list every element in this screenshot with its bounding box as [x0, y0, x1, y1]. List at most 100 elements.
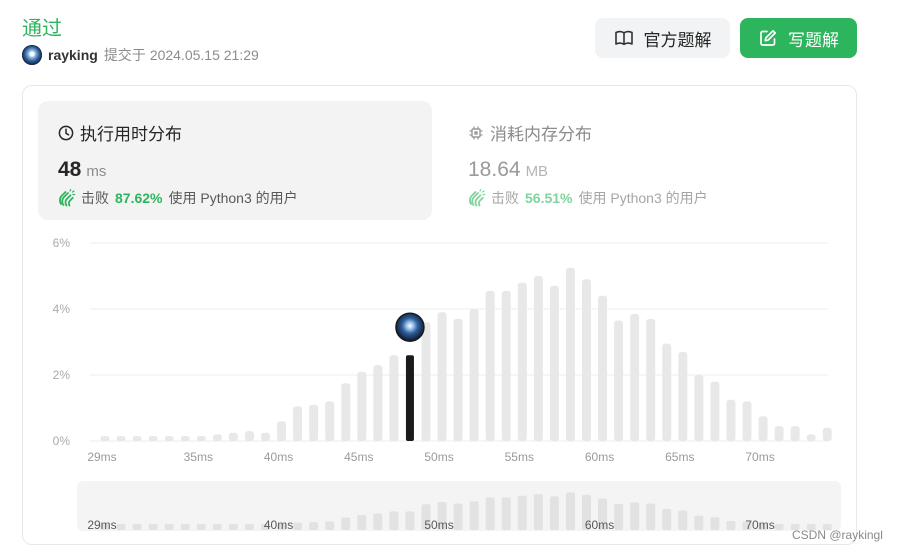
- distribution-bar[interactable]: [533, 276, 543, 441]
- range-mini-bar: [630, 502, 640, 530]
- distribution-bar[interactable]: [501, 290, 511, 441]
- x-tick-label: 45ms: [344, 450, 373, 464]
- x-tick-label: 70ms: [745, 450, 774, 464]
- distribution-bar[interactable]: [614, 320, 624, 441]
- range-mini-bar: [148, 524, 158, 530]
- range-mini-bar: [228, 524, 238, 530]
- y-tick-label: 0%: [53, 434, 71, 448]
- range-mini-bar: [501, 497, 511, 530]
- distribution-bar[interactable]: [293, 406, 303, 441]
- distribution-bar[interactable]: [710, 381, 720, 441]
- distribution-bar[interactable]: [244, 431, 254, 441]
- distribution-bar[interactable]: [277, 421, 287, 441]
- x-tick-label: 55ms: [505, 450, 534, 464]
- current-user-avatar-marker[interactable]: [395, 312, 425, 342]
- range-mini-bar: [549, 496, 559, 530]
- distribution-bar[interactable]: [646, 318, 656, 441]
- distribution-bar[interactable]: [758, 416, 768, 441]
- x-tick-label: 29ms: [87, 450, 116, 464]
- x-tick-label: 50ms: [424, 450, 453, 464]
- distribution-bar[interactable]: [453, 318, 463, 441]
- distribution-bar[interactable]: [116, 436, 126, 441]
- range-mini-bar: [694, 515, 704, 530]
- range-tick-label: 50ms: [424, 518, 453, 532]
- distribution-bar[interactable]: [598, 295, 608, 441]
- distribution-bar[interactable]: [790, 426, 800, 441]
- distribution-bar[interactable]: [100, 436, 110, 441]
- distribution-bar[interactable]: [325, 401, 335, 441]
- range-mini-bar: [325, 521, 335, 530]
- x-tick-label: 40ms: [264, 450, 293, 464]
- range-tick-label: 70ms: [745, 518, 774, 532]
- range-mini-bar: [132, 524, 142, 530]
- distribution-bar[interactable]: [261, 432, 270, 441]
- range-mini-bar: [405, 511, 415, 530]
- distribution-bar[interactable]: [421, 322, 431, 441]
- range-mini-bar: [244, 524, 254, 530]
- distribution-bar[interactable]: [549, 285, 559, 441]
- distribution-bar[interactable]: [389, 355, 399, 441]
- distribution-bar[interactable]: [180, 436, 190, 441]
- distribution-bar[interactable]: [164, 436, 174, 441]
- range-mini-bar: [710, 517, 720, 530]
- distribution-bar[interactable]: [212, 434, 222, 441]
- distribution-bar[interactable]: [196, 436, 206, 441]
- distribution-bar[interactable]: [357, 371, 367, 441]
- runtime-distribution-chart[interactable]: 6% 4% 2% 0% 29ms 35ms 40ms 45ms 50ms 55ms 60ms 65ms…: [0, 0, 904, 552]
- range-mini-bar: [517, 495, 527, 530]
- range-mini-bar: [180, 524, 190, 530]
- range-mini-bar: [678, 510, 688, 530]
- distribution-bar[interactable]: [806, 434, 816, 441]
- range-mini-bar: [196, 524, 206, 530]
- range-mini-bar: [389, 511, 399, 530]
- distribution-bar[interactable]: [437, 312, 447, 441]
- distribution-bar[interactable]: [822, 427, 832, 441]
- x-tick-label: 65ms: [665, 450, 694, 464]
- distribution-bar[interactable]: [565, 267, 575, 441]
- range-mini-bar: [212, 524, 222, 530]
- range-mini-bar: [116, 524, 126, 530]
- range-mini-bar: [309, 522, 319, 530]
- range-mini-bar: [533, 494, 543, 530]
- range-tick-label: 40ms: [264, 518, 293, 532]
- x-tick-label: 60ms: [585, 450, 614, 464]
- distribution-bar[interactable]: [485, 290, 495, 441]
- distribution-bar[interactable]: [742, 401, 752, 441]
- distribution-bar[interactable]: [341, 383, 351, 441]
- range-tick-label: 60ms: [585, 518, 614, 532]
- distribution-bar[interactable]: [228, 432, 238, 441]
- distribution-bar[interactable]: [469, 309, 479, 441]
- range-mini-bar: [614, 503, 624, 530]
- distribution-bar[interactable]: [132, 436, 142, 441]
- distribution-bar[interactable]: [726, 399, 736, 441]
- current-runtime-bar[interactable]: [405, 355, 414, 441]
- range-mini-bar: [565, 492, 575, 530]
- distribution-bar[interactable]: [373, 365, 383, 441]
- distribution-bar[interactable]: [694, 375, 704, 441]
- range-mini-bar: [774, 524, 784, 530]
- range-mini-bar: [453, 503, 463, 530]
- distribution-bar[interactable]: [148, 436, 158, 441]
- distribution-bar[interactable]: [309, 404, 319, 441]
- range-mini-bar: [469, 501, 479, 530]
- range-mini-bar: [373, 513, 383, 530]
- distribution-bar[interactable]: [630, 313, 640, 441]
- x-tick-label: 35ms: [184, 450, 213, 464]
- watermark: CSDN @raykingl: [792, 528, 883, 542]
- distribution-bar[interactable]: [517, 282, 527, 441]
- range-mini-bar: [357, 514, 367, 530]
- range-mini-bar: [341, 517, 351, 530]
- distribution-bar[interactable]: [582, 279, 591, 441]
- y-tick-label: 6%: [53, 236, 71, 250]
- range-tick-label: 29ms: [87, 518, 116, 532]
- range-mini-bar: [293, 522, 303, 530]
- range-mini-bar: [164, 524, 174, 530]
- distribution-bar[interactable]: [662, 343, 672, 441]
- distribution-bar[interactable]: [774, 426, 784, 441]
- range-mini-bar: [485, 497, 495, 530]
- y-tick-label: 2%: [53, 368, 71, 382]
- range-mini-bar: [726, 521, 736, 530]
- range-mini-bar: [662, 508, 672, 530]
- distribution-bar[interactable]: [678, 351, 688, 441]
- y-tick-label: 4%: [53, 302, 71, 316]
